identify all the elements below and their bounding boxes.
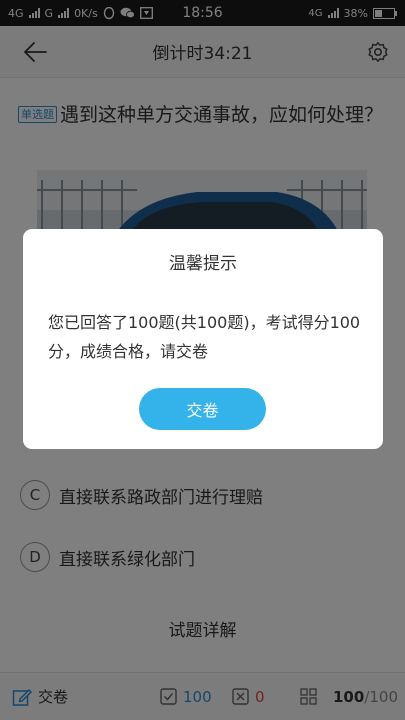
dialog-message: 您已回答了100题(共100题)，考试得分100分，成绩合格，请交卷: [48, 313, 361, 361]
tip-dialog: 温馨提示 您已回答了100题(共100题)，考试得分100分，成绩合格，请交卷 …: [23, 229, 383, 449]
dialog-title: 温馨提示: [169, 254, 237, 274]
submit-button[interactable]: 交卷: [139, 388, 266, 430]
